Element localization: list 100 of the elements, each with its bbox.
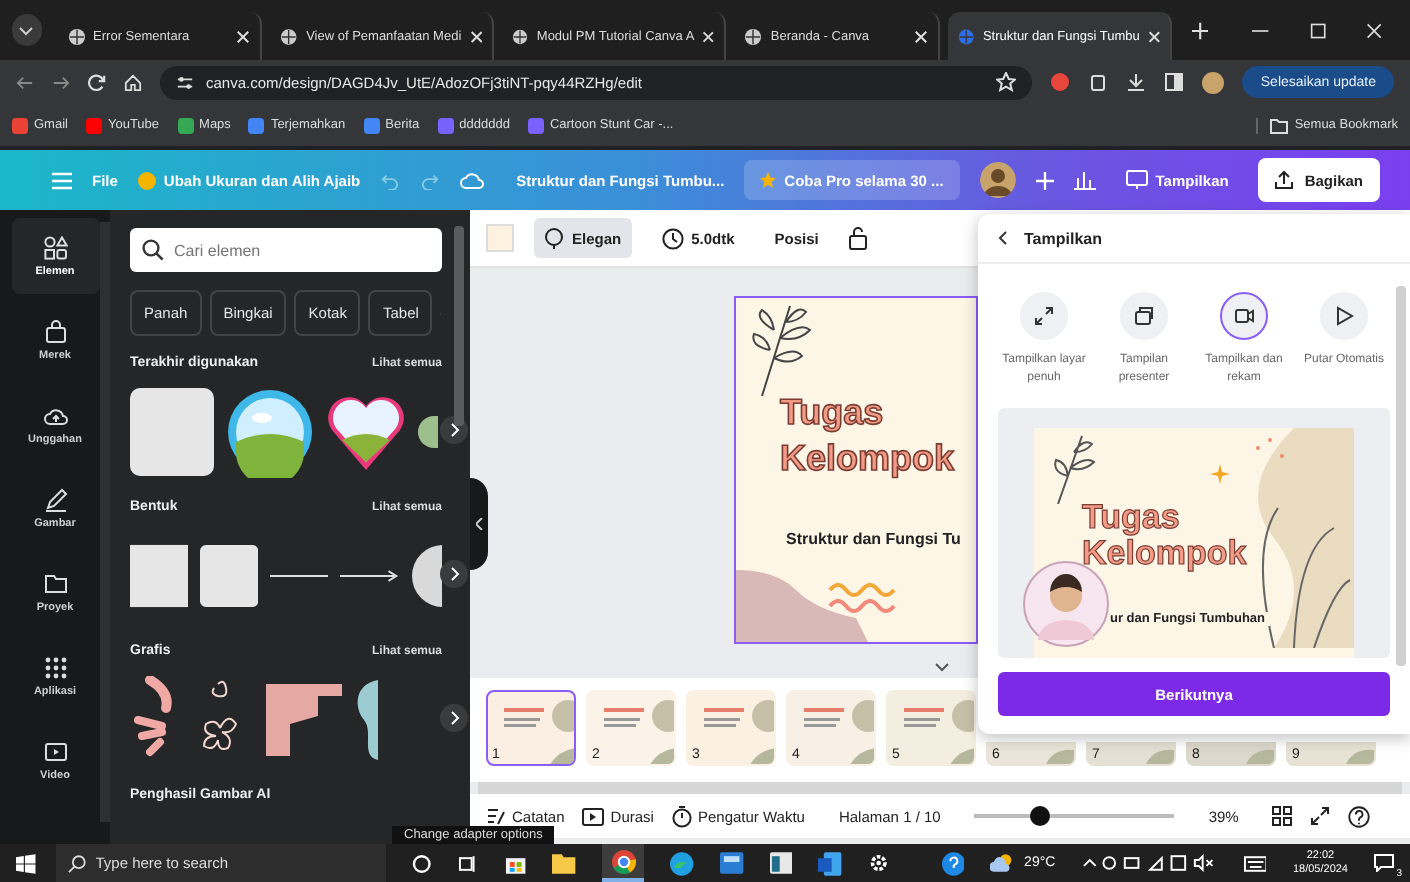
square-shape[interactable] <box>130 544 189 608</box>
cortana-icon[interactable] <box>412 853 432 873</box>
scrollbar[interactable] <box>1396 286 1406 666</box>
play-icon <box>1334 306 1354 326</box>
slider-thumb[interactable] <box>1030 806 1051 826</box>
sidebar-icon[interactable] <box>1164 72 1185 92</box>
edge-icon[interactable] <box>670 851 695 875</box>
pen-icon <box>43 487 67 511</box>
cloud-check-icon[interactable] <box>460 170 485 190</box>
scroll-right-button[interactable] <box>440 560 468 588</box>
close-icon[interactable] <box>469 29 483 43</box>
back-icon[interactable] <box>998 230 1008 246</box>
bookmark-icon <box>177 117 194 133</box>
bookmark-icon <box>248 117 265 133</box>
chevron-down-icon[interactable] <box>934 662 950 672</box>
keyboard-icon[interactable] <box>1243 855 1267 871</box>
bookmark-icon <box>527 117 544 133</box>
bookmark-icon <box>437 117 454 133</box>
close-icon[interactable] <box>702 29 715 43</box>
windows-icon[interactable] <box>16 853 36 873</box>
word-icon[interactable] <box>818 851 843 875</box>
camera-icon <box>1234 306 1254 326</box>
folder-icon[interactable] <box>552 852 576 874</box>
bar-chart-icon[interactable] <box>1073 170 1096 190</box>
cloud-upload-icon <box>43 403 67 427</box>
help-icon[interactable] <box>941 851 965 875</box>
preview-title: Kelompok <box>1082 536 1247 572</box>
scrollbar[interactable] <box>478 782 1402 794</box>
slide-title: Kelompok <box>780 436 955 482</box>
grid-icon <box>43 655 67 679</box>
color-swatch[interactable] <box>486 224 514 252</box>
sparkle-drawing <box>1210 464 1230 484</box>
preview-title: Tugas <box>1082 500 1182 536</box>
plus-icon[interactable] <box>1035 171 1054 189</box>
screens-icon <box>1134 306 1154 326</box>
reload-icon[interactable] <box>88 73 106 91</box>
blob-shape[interactable] <box>354 680 378 760</box>
slide-title: Tugas <box>780 390 886 436</box>
window-icon[interactable] <box>769 852 793 874</box>
bookmark-icon <box>363 117 380 133</box>
chevron-right-icon <box>449 422 459 438</box>
menu-icon[interactable] <box>52 171 72 189</box>
leaf-drawing <box>746 302 814 398</box>
user-avatar[interactable] <box>979 162 1016 198</box>
bookmark-icon <box>12 117 28 133</box>
taskbar-app[interactable] <box>601 844 645 882</box>
app-icon[interactable] <box>720 852 744 874</box>
option-circle[interactable] <box>1320 292 1368 340</box>
chevron-right-icon <box>449 710 459 726</box>
line-shape[interactable] <box>270 572 329 580</box>
collapse-handle[interactable] <box>470 478 488 570</box>
shape-preview[interactable] <box>418 416 438 448</box>
flower-frame-drawing[interactable] <box>226 386 314 478</box>
weather-icon[interactable] <box>990 852 1017 874</box>
close-icon[interactable] <box>1365 21 1383 39</box>
chevron-right-icon <box>449 566 459 582</box>
panel-title: Tampilkan <box>1024 229 1102 247</box>
arrow-shape[interactable] <box>340 570 399 582</box>
maximize-icon[interactable] <box>1309 21 1326 39</box>
scrollbar[interactable] <box>454 226 464 426</box>
task-view-icon[interactable] <box>457 853 478 873</box>
option-circle[interactable] <box>1020 292 1068 340</box>
crown-icon <box>760 172 777 188</box>
search-field[interactable]: Cari elemen <box>130 228 442 272</box>
lock-icon[interactable] <box>848 226 869 250</box>
rounded-square-shape[interactable] <box>200 544 259 608</box>
home-icon[interactable] <box>124 73 142 91</box>
balloon-icon <box>544 227 564 249</box>
chrome-icon <box>611 849 636 873</box>
grid-view-icon[interactable] <box>1272 806 1293 826</box>
option-circle[interactable] <box>1220 292 1268 340</box>
stopwatch-icon <box>671 805 692 827</box>
option-circle[interactable] <box>1120 292 1168 340</box>
scroll-right-button[interactable] <box>440 704 468 732</box>
star-icon[interactable] <box>996 72 1017 92</box>
settings-icon[interactable] <box>868 852 890 874</box>
close-icon[interactable] <box>914 29 929 43</box>
globe-icon <box>67 27 86 45</box>
close-icon[interactable] <box>236 29 251 43</box>
tray-icons-drawing[interactable] <box>1081 854 1218 872</box>
expand-icon <box>1034 306 1054 326</box>
forward-icon[interactable] <box>52 73 70 91</box>
screen-icon <box>1125 170 1148 190</box>
close-icon[interactable] <box>1147 29 1161 43</box>
download-icon[interactable] <box>1126 72 1147 92</box>
slide-preview-drawing <box>1046 744 1074 764</box>
extension-icon[interactable] <box>1050 72 1071 92</box>
help-icon[interactable] <box>1348 805 1371 827</box>
shapes-icon <box>43 235 67 259</box>
new-tab-icon[interactable] <box>1192 21 1209 39</box>
slide-preview-drawing <box>1246 744 1274 764</box>
leaf-drawing <box>1050 432 1098 504</box>
bag-icon <box>43 319 67 343</box>
tab-search-button[interactable] <box>12 14 42 46</box>
notes-icon <box>486 806 506 826</box>
fullscreen-icon[interactable] <box>1310 806 1331 826</box>
avatar-icon[interactable] <box>1202 71 1225 93</box>
tune-icon[interactable] <box>176 73 194 91</box>
slide[interactable]: Tugas Kelompok Struktur dan Fungsi Tu <box>734 296 978 644</box>
video-icon <box>43 739 67 763</box>
